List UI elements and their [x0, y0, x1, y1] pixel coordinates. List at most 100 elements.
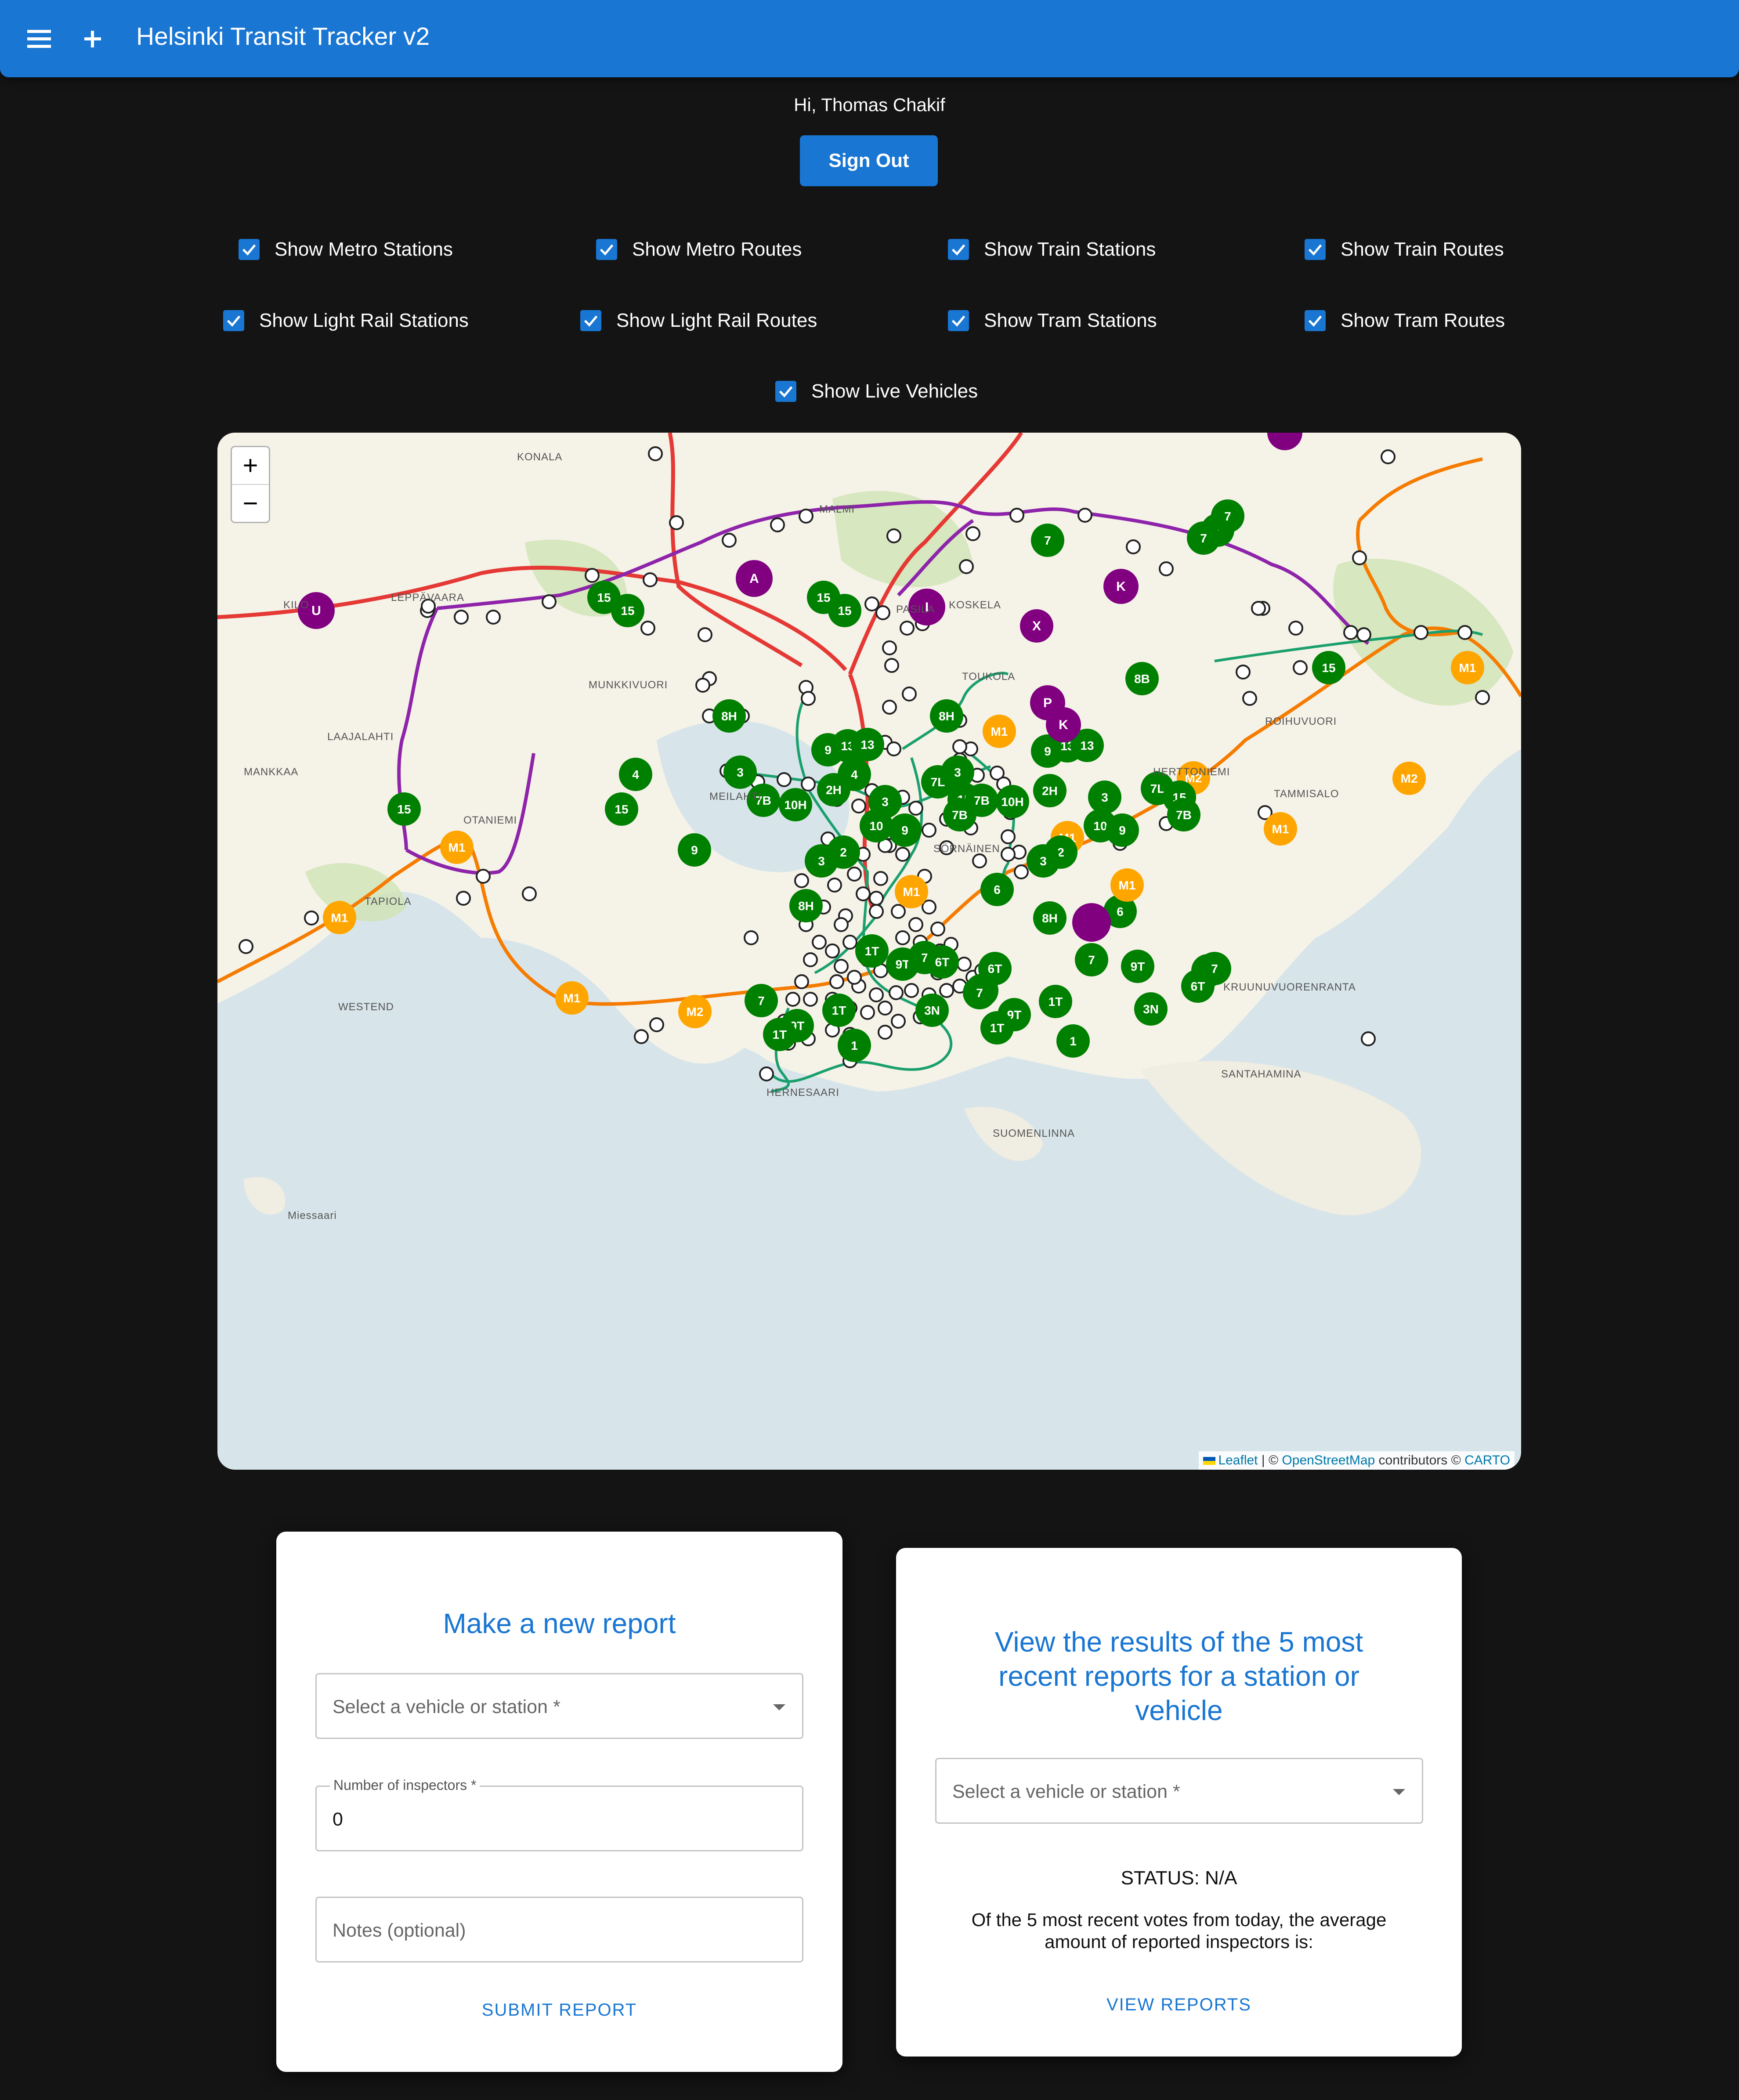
- svg-text:U: U: [311, 604, 321, 618]
- svg-text:KILO: KILO: [283, 599, 309, 611]
- checkbox-checked-icon[interactable]: [596, 239, 617, 260]
- checkbox-checked-icon[interactable]: [239, 239, 260, 260]
- dropdown-arrow-icon: [1393, 1789, 1405, 1795]
- toggle-label: Show Metro Routes: [632, 239, 802, 260]
- svg-text:3: 3: [954, 766, 961, 779]
- toggle-label: Show Tram Stations: [984, 310, 1157, 331]
- svg-text:WESTEND: WESTEND: [338, 1001, 394, 1013]
- svg-text:TAMMISALO: TAMMISALO: [1274, 788, 1339, 800]
- svg-text:8H: 8H: [721, 709, 737, 723]
- notes-placeholder: Notes (optional): [333, 1920, 466, 1941]
- checkbox-checked-icon[interactable]: [948, 310, 969, 331]
- map-canvas[interactable]: M1 M2 M1 M1 M1 M2 M1 M1 M1 15 15 15 15 4…: [217, 433, 1521, 1470]
- svg-text:Miessaari: Miessaari: [288, 1210, 337, 1222]
- results-vehicle-station-select[interactable]: Select a vehicle or station *: [935, 1758, 1423, 1824]
- svg-text:7: 7: [976, 986, 983, 1000]
- svg-text:P: P: [1043, 696, 1052, 710]
- inspectors-field[interactable]: Number of inspectors * 0: [315, 1777, 803, 1851]
- svg-text:1T: 1T: [773, 1028, 787, 1041]
- attribution-contributors: contributors ©: [1375, 1453, 1465, 1467]
- zoom-out-button[interactable]: −: [232, 485, 269, 522]
- osm-link[interactable]: OpenStreetMap: [1282, 1453, 1375, 1467]
- checkbox-checked-icon[interactable]: [580, 310, 601, 331]
- svg-text:7L: 7L: [1150, 782, 1165, 795]
- island-miessaari: [244, 1177, 286, 1215]
- inspectors-value[interactable]: 0: [333, 1809, 343, 1830]
- svg-text:OTANIEMI: OTANIEMI: [463, 814, 517, 826]
- toggle-label: Show Live Vehicles: [811, 380, 978, 402]
- checkbox-checked-icon[interactable]: [223, 310, 244, 331]
- view-results-title: View the results of the 5 most recent re…: [994, 1626, 1363, 1726]
- vehicle-station-select[interactable]: Select a vehicle or station *: [315, 1673, 803, 1739]
- toggle-tram-stations[interactable]: Show Tram Stations: [948, 307, 1157, 334]
- svg-text:3: 3: [1040, 854, 1047, 868]
- add-icon[interactable]: [75, 21, 110, 56]
- toggle-metro-stations[interactable]: Show Metro Stations: [239, 236, 453, 263]
- map-attribution: Leaflet | © OpenStreetMap contributors ©…: [1199, 1451, 1515, 1470]
- svg-text:3: 3: [818, 854, 825, 868]
- svg-text:M1: M1: [331, 911, 348, 925]
- inspectors-label: Number of inspectors *: [330, 1777, 480, 1793]
- toggle-label: Show Tram Routes: [1341, 310, 1505, 331]
- svg-text:8B: 8B: [1134, 672, 1150, 686]
- svg-text:2: 2: [840, 846, 847, 859]
- toggle-light-rail-stations[interactable]: Show Light Rail Stations: [223, 307, 469, 334]
- svg-text:10: 10: [869, 819, 883, 833]
- zoom-in-button[interactable]: +: [232, 447, 269, 485]
- ukraine-flag-icon: [1203, 1457, 1216, 1465]
- toggle-light-rail-routes[interactable]: Show Light Rail Routes: [580, 307, 817, 334]
- svg-text:9: 9: [824, 743, 832, 757]
- menu-icon[interactable]: [22, 21, 57, 56]
- svg-text:M1: M1: [1459, 661, 1476, 675]
- toggle-tram-routes[interactable]: Show Tram Routes: [1305, 307, 1505, 334]
- svg-text:4: 4: [632, 768, 639, 781]
- svg-text:10H: 10H: [784, 798, 806, 812]
- toggle-train-routes[interactable]: Show Train Routes: [1305, 236, 1504, 263]
- toggle-metro-routes[interactable]: Show Metro Routes: [596, 236, 802, 263]
- checkbox-checked-icon[interactable]: [1305, 239, 1326, 260]
- svg-text:8H: 8H: [798, 899, 814, 913]
- svg-text:1: 1: [1070, 1034, 1077, 1048]
- svg-text:4: 4: [851, 768, 858, 781]
- svg-text:HERNESAARI: HERNESAARI: [766, 1087, 839, 1099]
- sign-out-button[interactable]: Sign Out: [800, 135, 938, 186]
- svg-text:7: 7: [1200, 531, 1207, 545]
- leaflet-link[interactable]: Leaflet: [1218, 1453, 1258, 1467]
- svg-text:LAAJALAHTI: LAAJALAHTI: [327, 731, 394, 743]
- notes-field[interactable]: Notes (optional): [315, 1897, 803, 1963]
- carto-link[interactable]: CARTO: [1464, 1453, 1510, 1467]
- toggle-live-vehicles[interactable]: Show Live Vehicles: [775, 378, 978, 405]
- user-greeting: Hi, Thomas Chakif: [794, 94, 945, 115]
- svg-text:M2: M2: [687, 1005, 704, 1019]
- checkbox-checked-icon[interactable]: [775, 381, 796, 402]
- svg-text:A: A: [749, 571, 759, 586]
- svg-text:MANKKAA: MANKKAA: [244, 766, 298, 778]
- svg-text:13: 13: [1080, 739, 1094, 752]
- select-placeholder: Select a vehicle or station *: [952, 1781, 1180, 1802]
- toggle-train-stations[interactable]: Show Train Stations: [948, 236, 1156, 263]
- checkbox-checked-icon[interactable]: [1305, 310, 1326, 331]
- svg-text:6T: 6T: [935, 955, 950, 969]
- toggle-label: Show Light Rail Stations: [259, 310, 469, 331]
- transit-map[interactable]: M1 M2 M1 M1 M1 M2 M1 M1 M1 15 15 15 15 4…: [217, 433, 1521, 1470]
- status-text: STATUS: N/A: [1121, 1867, 1237, 1889]
- svg-text:TOUKOLA: TOUKOLA: [962, 671, 1015, 683]
- select-placeholder: Select a vehicle or station *: [333, 1696, 560, 1717]
- new-report-card: Make a new report Select a vehicle or st…: [276, 1532, 842, 2072]
- svg-text:1T: 1T: [990, 1021, 1005, 1035]
- view-reports-button[interactable]: VIEW REPORTS: [896, 1995, 1462, 2015]
- svg-text:M1: M1: [448, 841, 466, 854]
- svg-text:KONALA: KONALA: [517, 451, 562, 463]
- svg-text:9: 9: [1119, 824, 1126, 837]
- svg-text:7B: 7B: [974, 794, 990, 807]
- app-bar: Helsinki Transit Tracker v2: [0, 0, 1739, 77]
- dropdown-arrow-icon: [773, 1704, 785, 1710]
- svg-text:1T: 1T: [865, 944, 879, 958]
- svg-text:7: 7: [1211, 962, 1218, 976]
- svg-text:TAPIOLA: TAPIOLA: [365, 896, 412, 907]
- checkbox-checked-icon[interactable]: [948, 239, 969, 260]
- svg-text:M2: M2: [1401, 772, 1418, 785]
- submit-report-button[interactable]: SUBMIT REPORT: [276, 2000, 842, 2020]
- svg-text:SANTAHAMINA: SANTAHAMINA: [1221, 1068, 1302, 1080]
- new-report-title: Make a new report: [443, 1608, 676, 1639]
